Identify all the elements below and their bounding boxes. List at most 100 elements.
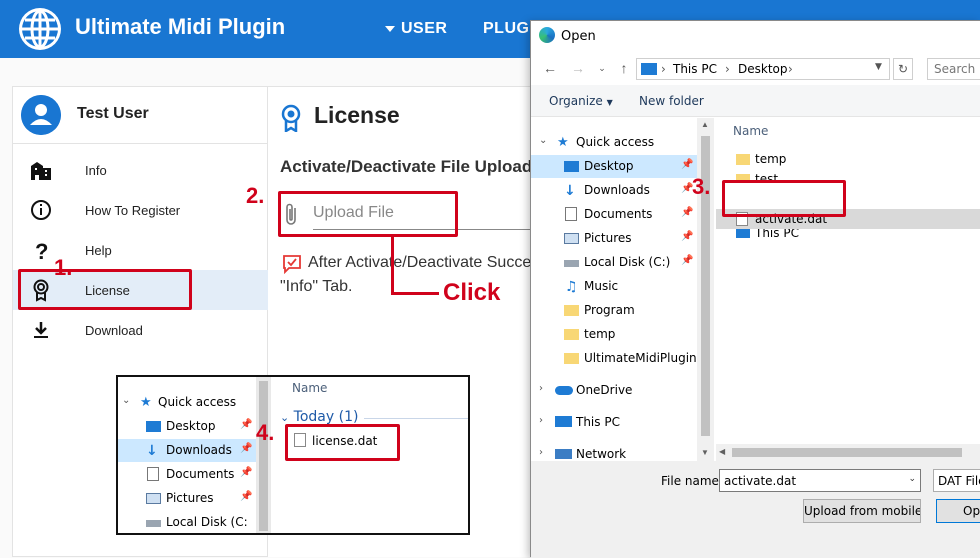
- user-name: Test User: [77, 105, 149, 122]
- breadcrumb-desktop[interactable]: Desktop: [738, 62, 788, 76]
- chevron-down-icon[interactable]: ⌄: [122, 395, 130, 406]
- pin-icon[interactable]: 📌: [681, 207, 693, 218]
- nav-item-desktop[interactable]: Desktop 📌: [531, 155, 697, 178]
- address-bar[interactable]: › This PC › Desktop › ▼: [636, 58, 890, 80]
- organize-menu[interactable]: Organize ▼: [549, 94, 613, 108]
- column-header-name[interactable]: Name: [292, 381, 327, 395]
- command-bar: Organize ▼ New folder: [531, 85, 980, 117]
- nav-item-local-disk[interactable]: Local Disk (C:) 📌: [531, 251, 697, 274]
- nav-item-quick-access[interactable]: ⌄ ★ Quick access: [531, 131, 697, 154]
- nav-item-label: Network: [576, 447, 627, 461]
- license-award-icon: [281, 104, 301, 132]
- nav-item-pictures[interactable]: Pictures 📌: [531, 227, 697, 250]
- refresh-icon[interactable]: ↻: [893, 58, 913, 80]
- horizontal-scrollbar[interactable]: ◀: [716, 444, 980, 461]
- chevron-down-icon[interactable]: ⌄: [908, 474, 916, 484]
- nav-item-label: OneDrive: [576, 383, 633, 397]
- nav-item-this-pc[interactable]: › This PC: [531, 411, 697, 434]
- file-name-label: File name:: [661, 474, 723, 488]
- pin-icon[interactable]: 📌: [240, 419, 252, 430]
- nav-item-local-disk[interactable]: Local Disk (C:: [118, 511, 256, 533]
- nav-item-network[interactable]: › Network: [531, 443, 697, 461]
- edge-browser-icon: [539, 27, 555, 43]
- file-row[interactable]: test: [716, 168, 980, 180]
- nav-item-temp[interactable]: temp: [531, 323, 697, 346]
- pin-icon[interactable]: 📌: [681, 231, 693, 242]
- nav-item-onedrive[interactable]: › OneDrive: [531, 379, 697, 402]
- scroll-down-icon[interactable]: ▼: [701, 448, 709, 457]
- pin-icon[interactable]: 📌: [240, 491, 252, 502]
- nav-item-label: Program: [584, 303, 635, 317]
- file-list-pane: Name temp test activate.dat This PC: [716, 118, 980, 461]
- scroll-up-icon[interactable]: ▲: [701, 120, 709, 129]
- column-header-name[interactable]: Name: [733, 124, 768, 138]
- nav-item-label: Pictures: [166, 491, 214, 505]
- chevron-right-icon[interactable]: ›: [539, 447, 543, 458]
- computer-icon: [555, 416, 572, 427]
- document-icon: [565, 207, 577, 221]
- nav-item-desktop[interactable]: Desktop 📌: [118, 415, 256, 438]
- pin-icon[interactable]: 📌: [681, 159, 693, 170]
- dialog-footer: File name: activate.dat ⌄ DAT File Uploa…: [531, 461, 980, 558]
- folder-icon: [564, 305, 579, 316]
- back-arrow-icon[interactable]: ←: [541, 59, 559, 77]
- nav-item-label: Documents: [166, 467, 235, 481]
- upload-from-mobile-button[interactable]: Upload from mobile: [803, 499, 921, 523]
- nav-item-pictures[interactable]: Pictures 📌: [118, 487, 256, 510]
- chevron-down-icon[interactable]: ▼: [875, 62, 882, 72]
- file-type-select[interactable]: DAT File: [933, 469, 980, 492]
- pin-icon[interactable]: 📌: [681, 255, 693, 266]
- nav-item-ultimatemidiplugin[interactable]: UltimateMidiPlugin: [531, 347, 697, 370]
- sidebar-item-how-to-register[interactable]: How To Register: [13, 190, 269, 230]
- scrollbar-thumb[interactable]: [259, 381, 268, 531]
- breadcrumb-this-pc[interactable]: This PC: [673, 62, 717, 76]
- chevron-right-icon[interactable]: ›: [539, 383, 543, 394]
- new-folder-button[interactable]: New folder: [639, 94, 704, 108]
- download-arrow-icon: ↓: [146, 443, 158, 459]
- folder-icon: [736, 154, 750, 165]
- nav-item-music[interactable]: ♫ Music: [531, 275, 697, 298]
- nav-item-label: Desktop: [166, 419, 216, 433]
- chevron-down-icon[interactable]: ⌄: [539, 135, 547, 146]
- sidebar-item-info[interactable]: Info: [13, 150, 269, 190]
- pictures-icon: [564, 233, 579, 244]
- file-name-input[interactable]: activate.dat ⌄: [719, 469, 921, 492]
- scrollbar-thumb[interactable]: [732, 448, 962, 457]
- alert-message-icon: [283, 255, 301, 274]
- chevron-right-icon: ›: [661, 62, 666, 76]
- nav-item-program[interactable]: Program: [531, 299, 697, 322]
- globe-logo-icon: [19, 8, 61, 50]
- chevron-right-icon[interactable]: ›: [539, 415, 543, 426]
- nav-item-documents[interactable]: Documents 📌: [118, 463, 256, 486]
- nav-item-downloads[interactable]: ↓ Downloads 📌: [531, 179, 697, 202]
- pin-icon[interactable]: 📌: [240, 467, 252, 478]
- file-name-value: activate.dat: [724, 474, 797, 488]
- group-header-today[interactable]: ⌄ Today (1): [280, 409, 358, 425]
- star-icon: ★: [557, 135, 569, 150]
- open-button[interactable]: Open: [936, 499, 980, 523]
- nav-item-quick-access[interactable]: ⌄ ★ Quick access: [118, 391, 256, 414]
- step-3-label: 3.: [692, 174, 711, 199]
- step-1-label: 1.: [54, 255, 73, 280]
- nav-item-label: Downloads: [584, 183, 650, 197]
- sidebar-item-download[interactable]: Download: [13, 310, 269, 350]
- inset-scrollbar[interactable]: [256, 377, 271, 533]
- sidebar-item-help[interactable]: ? Help: [13, 230, 269, 270]
- nav-item-documents[interactable]: Documents 📌: [531, 203, 697, 226]
- nav-user-menu[interactable]: USER: [385, 20, 447, 38]
- pin-icon[interactable]: 📌: [240, 443, 252, 454]
- pictures-icon: [146, 493, 161, 504]
- nav-scrollbar[interactable]: ▲ ▼: [697, 118, 714, 461]
- scroll-left-icon[interactable]: ◀: [719, 447, 725, 456]
- highlight-box-step4: [285, 424, 400, 461]
- nav-item-label: UltimateMidiPlugin: [584, 351, 697, 365]
- search-input[interactable]: Search D: [927, 58, 980, 80]
- up-arrow-icon[interactable]: ↑: [615, 59, 633, 77]
- recent-chevron-icon[interactable]: ⌄: [593, 59, 611, 77]
- file-row[interactable]: temp: [716, 148, 980, 170]
- nav-plugins-menu[interactable]: PLUG: [483, 20, 529, 38]
- file-row[interactable]: This PC: [716, 229, 980, 241]
- nav-item-downloads[interactable]: ↓ Downloads 📌: [118, 439, 256, 462]
- section-title: Activate/Deactivate File Upload: [280, 157, 530, 176]
- forward-arrow-icon[interactable]: →: [569, 59, 587, 77]
